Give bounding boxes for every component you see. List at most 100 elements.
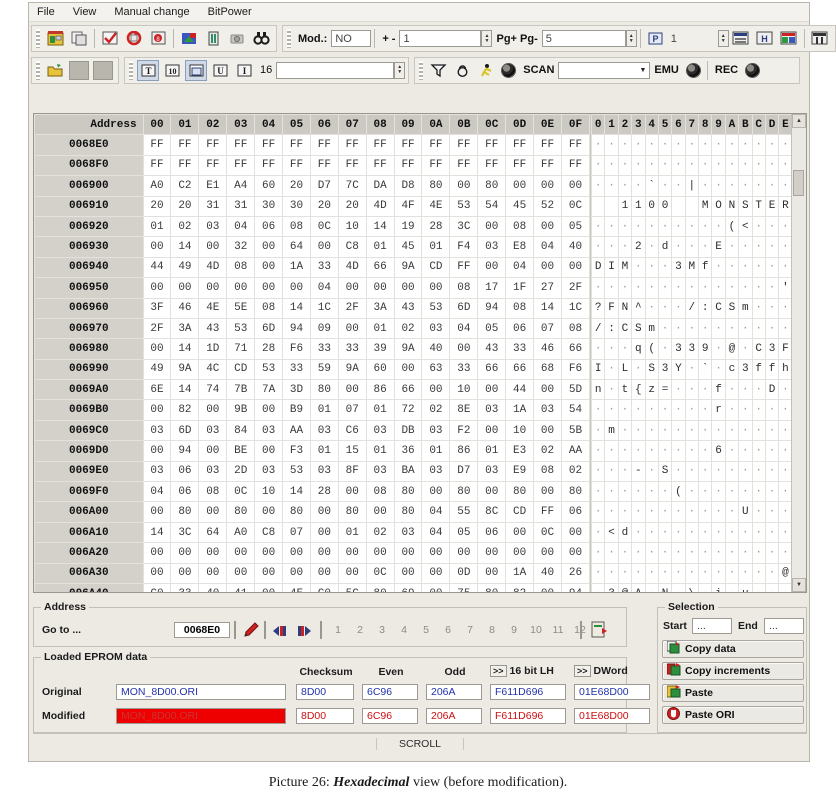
ascii-char-cell[interactable]: - (631, 460, 646, 483)
hex-byte-cell[interactable]: 03 (477, 236, 507, 258)
ascii-char-cell[interactable]: · (764, 134, 780, 156)
hex-byte-cell[interactable]: 1F (505, 277, 535, 299)
ascii-char-cell[interactable]: n (591, 379, 606, 401)
hex-byte-cell[interactable]: 07 (337, 399, 367, 421)
ascii-char-cell[interactable]: ^ (631, 297, 646, 319)
hex-col-header-0B[interactable]: 0B (449, 114, 479, 136)
text-t-icon[interactable]: I (233, 60, 255, 81)
ascii-char-cell[interactable]: ? (591, 297, 606, 319)
ascii-char-cell[interactable]: · (697, 419, 713, 442)
scrollbar-thumb[interactable] (793, 170, 804, 196)
ascii-char-cell[interactable]: 6 (711, 440, 726, 462)
hex-byte-cell[interactable]: FF (421, 154, 451, 177)
hex-byte-cell[interactable]: 60 (365, 358, 395, 381)
hex-byte-cell[interactable]: 00 (170, 542, 200, 564)
ascii-char-cell[interactable]: · (764, 399, 780, 421)
ascii-char-cell[interactable]: · (657, 154, 673, 177)
hex-byte-cell[interactable]: CD (505, 501, 535, 523)
hex-byte-cell[interactable]: 01 (477, 440, 507, 462)
ascii-char-cell[interactable]: ( (724, 215, 740, 238)
hex-byte-cell[interactable]: 39 (365, 338, 395, 360)
hex-byte-cell[interactable]: 1C (309, 297, 339, 319)
hex-byte-cell[interactable]: 4D (198, 256, 228, 279)
hex-byte-cell[interactable]: 27 (533, 277, 562, 299)
hex-col-header-0A[interactable]: 0A (421, 114, 451, 136)
hex-byte-cell[interactable]: 40 (198, 582, 228, 592)
hex-byte-cell[interactable]: 03 (421, 317, 451, 340)
hex-byte-cell[interactable]: 00 (254, 501, 284, 523)
ascii-char-cell[interactable]: N (657, 582, 673, 592)
ascii-char-cell[interactable]: · (617, 562, 633, 584)
hex-byte-cell[interactable]: 80 (560, 481, 590, 503)
ascii-char-cell[interactable]: f (697, 256, 713, 279)
ascii-char-cell[interactable]: · (671, 134, 686, 156)
hex-byte-cell[interactable]: E8 (505, 236, 535, 258)
hex-byte-cell[interactable]: 07 (533, 317, 562, 340)
hex-byte-cell[interactable]: 00 (477, 542, 507, 564)
hex-byte-cell[interactable]: 86 (449, 440, 479, 462)
expand-16bit-icon[interactable]: >> (490, 665, 507, 677)
ascii-char-cell[interactable]: · (738, 236, 753, 258)
hex-byte-cell[interactable]: FF (560, 154, 590, 177)
ascii-char-cell[interactable]: 1 (617, 195, 633, 217)
ascii-char-cell[interactable]: · (764, 460, 780, 483)
ascii-char-cell[interactable]: · (644, 154, 659, 177)
hex-row-address[interactable]: 006980 (34, 338, 144, 360)
ascii-char-cell[interactable]: · (604, 175, 619, 197)
hex-byte-cell[interactable]: 00 (477, 215, 507, 238)
ascii-char-cell[interactable]: · (711, 542, 726, 564)
hex-byte-cell[interactable]: 3C (449, 215, 479, 238)
ascii-char-cell[interactable]: · (671, 460, 686, 483)
ascii-char-cell[interactable]: 0 (644, 195, 659, 217)
ascii-char-cell[interactable]: · (697, 440, 713, 462)
ascii-char-cell[interactable]: · (724, 562, 740, 584)
hex-byte-cell[interactable]: 00 (477, 256, 507, 279)
hex-byte-cell[interactable]: 00 (449, 542, 479, 564)
toolbar-grip[interactable] (419, 60, 424, 80)
ascii-char-cell[interactable]: · (724, 236, 740, 258)
hex-byte-cell[interactable]: 06 (560, 501, 590, 523)
menu-item-bitpower[interactable]: BitPower (206, 6, 254, 19)
goto-label[interactable]: Go to ... (42, 624, 81, 636)
step-spinner[interactable]: ▲ ▼ (481, 30, 493, 47)
hex-byte-cell[interactable]: 63 (421, 358, 451, 381)
ascii-char-cell[interactable] (591, 195, 606, 217)
ascii-char-cell[interactable]: · (724, 501, 740, 523)
hex-byte-cell[interactable]: 04 (142, 481, 172, 503)
hex-byte-cell[interactable]: 03 (254, 419, 284, 442)
ascii-char-cell[interactable]: · (591, 399, 606, 421)
ascii-char-cell[interactable]: · (697, 501, 713, 523)
hex-byte-cell[interactable]: 01 (365, 236, 395, 258)
ascii-char-cell[interactable]: E (711, 236, 726, 258)
hex-byte-cell[interactable]: 31 (198, 195, 228, 217)
ascii-char-cell[interactable]: · (697, 521, 713, 544)
hex-byte-cell[interactable]: 14 (170, 236, 200, 258)
text-box-icon[interactable] (185, 59, 207, 81)
hex-byte-cell[interactable]: F2 (449, 419, 479, 442)
hex-byte-cell[interactable]: 00 (254, 399, 284, 421)
hex-col-header-00[interactable]: 00 (142, 114, 172, 136)
hex-byte-cell[interactable]: 53 (421, 297, 451, 319)
hex-byte-cell[interactable]: 43 (198, 317, 228, 340)
toolbar-grip[interactable] (36, 60, 40, 80)
ascii-char-cell[interactable]: · (764, 317, 780, 340)
hex-byte-cell[interactable]: 14 (142, 521, 172, 544)
ascii-char-cell[interactable]: · (764, 419, 780, 442)
ascii-char-cell[interactable]: · (644, 256, 659, 279)
hex-byte-cell[interactable]: 00 (254, 277, 284, 299)
hex-col-header-0F[interactable]: 0F (560, 114, 590, 136)
ascii-char-cell[interactable]: · (751, 562, 766, 584)
ascii-char-cell[interactable]: · (684, 379, 700, 401)
hex-byte-cell[interactable]: FF (254, 134, 284, 156)
hex-byte-cell[interactable]: 03 (309, 419, 339, 442)
ascii-char-cell[interactable]: · (591, 338, 606, 360)
ascii-char-cell[interactable]: D (591, 256, 606, 279)
hex-byte-cell[interactable]: 00 (533, 379, 562, 401)
hex-byte-cell[interactable]: FF (337, 134, 367, 156)
page-number-3[interactable]: 3 (374, 624, 390, 636)
ascii-char-cell[interactable]: · (657, 481, 673, 503)
chevron-down-icon[interactable]: ▼ (636, 63, 649, 78)
hex-byte-cell[interactable]: 49 (142, 358, 172, 381)
page-number-1[interactable]: 1 (330, 624, 346, 636)
hex-byte-cell[interactable]: 02 (170, 215, 200, 238)
